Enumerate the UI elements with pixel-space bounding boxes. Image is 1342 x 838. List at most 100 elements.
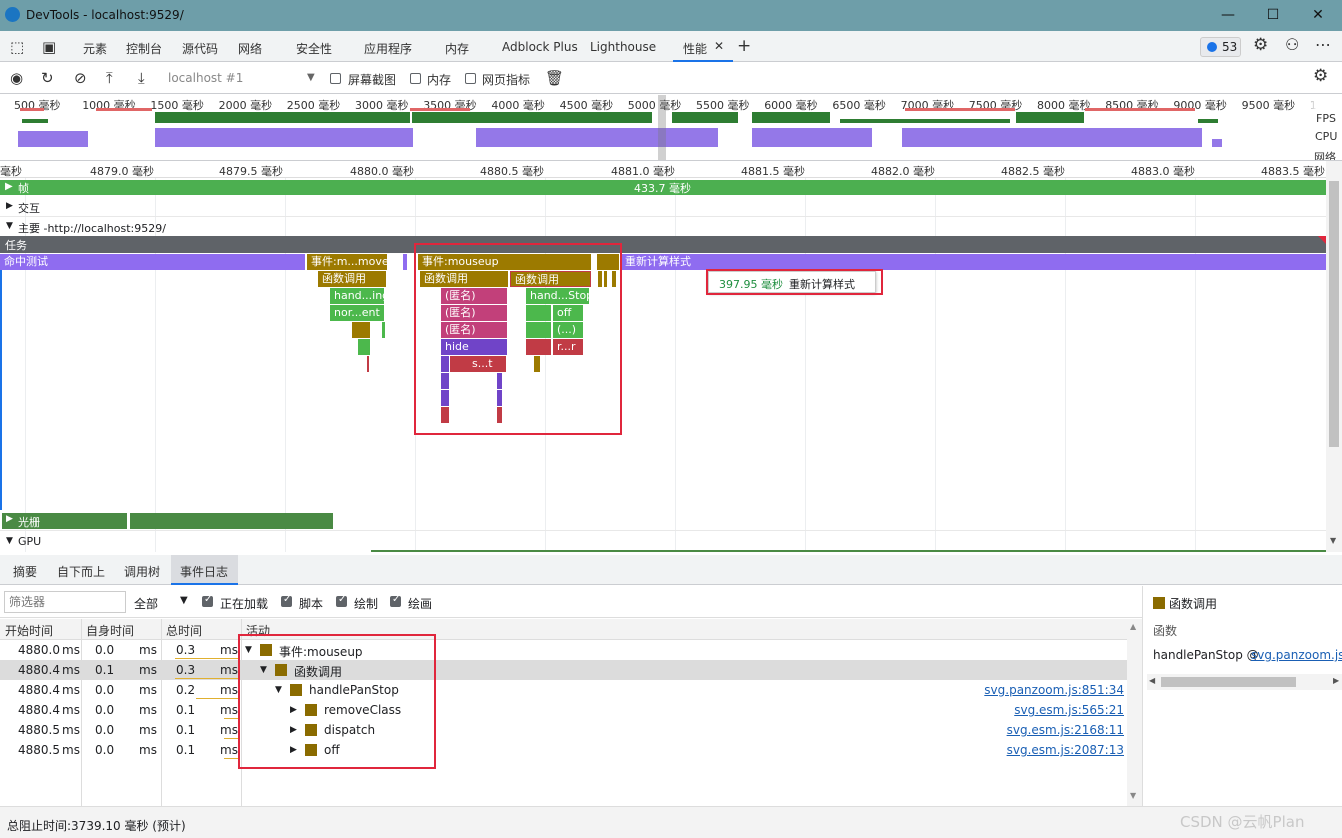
flame-scrollbar[interactable]: ▼ [1326, 161, 1342, 552]
tab-summary[interactable]: 摘要 [13, 563, 37, 580]
target-dropdown-icon[interactable]: ▼ [307, 72, 315, 83]
event-mousemove-block[interactable]: 事件:m...move [307, 254, 387, 270]
tab-bottom-up[interactable]: 自下而上 [57, 563, 105, 580]
task-bar[interactable]: 任务 [0, 236, 1326, 253]
tab-performance[interactable]: 性能 [683, 40, 707, 57]
col-total-time[interactable]: 总时间 [166, 622, 202, 639]
frames-label: 帧 [18, 182, 29, 195]
recalc-style-block[interactable]: 重新计算样式 [621, 254, 1326, 270]
customize-icon[interactable]: ⚇ [1285, 37, 1299, 53]
total-time-cell: 0.1 [176, 723, 196, 737]
device-toolbar-icon[interactable]: ▣ [42, 39, 56, 55]
ruler-tick: 4882.5 毫秒 [1001, 165, 1065, 178]
minimize-icon[interactable]: — [1218, 6, 1238, 24]
table-row[interactable]: 4880.4 ms 0.0 ms 0.2 ms ▼ handlePanStop svg.panz… [0, 680, 1127, 700]
cpu-area [752, 128, 872, 147]
reload-record-icon[interactable]: ↻ [41, 70, 54, 86]
event-log-rows: 4880.0 ms 0.0 ms 0.3 ms ▼ 事件:mouseup 4880.4 ms 0.1… [0, 640, 1127, 806]
overview-tick: 2000 毫秒 [218, 99, 273, 112]
fps-label: FPS [1316, 112, 1336, 125]
scripting-checkbox[interactable] [281, 594, 292, 607]
total-blocking-time: 总阻止时间:3739.10 毫秒 (预计) [7, 819, 186, 833]
total-time-cell: 0.2 [176, 683, 196, 697]
normalize-event-block[interactable]: nor...ent [330, 305, 384, 321]
settings-gear-icon[interactable]: ⚙ [1253, 37, 1268, 54]
self-time-cell: 0.0 [95, 743, 115, 757]
tab-application[interactable]: 应用程序 [364, 40, 412, 57]
side-func-link[interactable]: svg.panzoom.js:c [1251, 648, 1342, 662]
close-window-icon[interactable]: ✕ [1308, 6, 1328, 24]
table-scrollbar[interactable]: ▲ ▼ [1127, 619, 1142, 806]
tab-event-log[interactable]: 事件日志 [180, 563, 228, 580]
interactions-track[interactable]: ▶ 交互 [0, 197, 1326, 217]
tab-sources[interactable]: 源代码 [182, 40, 218, 57]
inspect-icon[interactable]: ⬚ [10, 39, 24, 55]
source-link[interactable]: svg.esm.js:565:21 [1014, 703, 1124, 717]
col-start-time[interactable]: 开始时间 [5, 622, 53, 639]
scroll-down-icon[interactable]: ▼ [1330, 536, 1336, 545]
trash-icon[interactable]: 🗑 [545, 70, 564, 86]
scripting-label: 脚本 [299, 597, 324, 611]
cpu-area [18, 131, 88, 147]
fps-bar [1016, 112, 1084, 123]
unit-label: ms [139, 643, 157, 657]
table-row[interactable]: 4880.4 ms 0.0 ms 0.1 ms ▶ removeClass svg.esm.js… [0, 700, 1127, 720]
timeline-overview[interactable]: 500 毫秒 1000 毫秒 1500 毫秒 2000 毫秒 2500 毫秒 3000 毫… [0, 95, 1342, 161]
maximize-icon[interactable]: ☐ [1263, 6, 1283, 24]
add-tab-icon[interactable]: + [737, 36, 751, 56]
close-tab-icon[interactable]: ✕ [714, 39, 724, 53]
hit-test-block[interactable]: 命中测试 [0, 254, 305, 270]
source-link[interactable]: svg.panzoom.js:851:34 [984, 683, 1124, 697]
source-link[interactable]: svg.esm.js:2168:11 [1007, 723, 1124, 737]
ruler-tick: 4879.0 毫秒 [90, 165, 154, 178]
status-bar: 总阻止时间:3739.10 毫秒 (预计) CSDN @云帆Plan [0, 806, 1342, 838]
filter-input[interactable] [4, 591, 126, 613]
record-icon[interactable]: ◉ [10, 70, 23, 86]
tab-lighthouse[interactable]: Lighthouse [590, 40, 656, 54]
select-dropdown-icon[interactable]: ▼ [180, 595, 188, 606]
tab-console[interactable]: 控制台 [126, 40, 162, 57]
tab-call-tree[interactable]: 调用树 [124, 563, 160, 580]
handle-ing-block[interactable]: hand...ing [330, 288, 384, 304]
loading-checkbox[interactable] [202, 594, 213, 607]
gpu-label: GPU [18, 535, 42, 548]
download-icon[interactable]: ⤓ [138, 70, 145, 86]
more-options-icon[interactable]: ⋯ [1315, 37, 1331, 53]
main-track-header[interactable]: ▼ 主要 -http://localhost:9529/ [0, 218, 1326, 236]
expand-arrow-icon[interactable]: ▶ [6, 201, 13, 211]
raster-bar[interactable] [130, 513, 333, 529]
screenshots-checkbox[interactable] [330, 73, 341, 84]
table-row[interactable]: 4880.5 ms 0.0 ms 0.1 ms ▶ off svg.esm.js:2087:13 [0, 740, 1127, 760]
tab-security[interactable]: 安全性 [296, 40, 332, 57]
rendering-checkbox[interactable] [336, 594, 347, 607]
source-link[interactable]: svg.esm.js:2087:13 [1007, 743, 1124, 757]
side-hscroll[interactable]: ◀ ▶ [1147, 674, 1342, 690]
selection-handle[interactable] [658, 95, 666, 160]
scroll-thumb[interactable] [1329, 181, 1339, 447]
painting-checkbox[interactable] [390, 594, 401, 607]
clear-icon[interactable]: ⊘ [74, 70, 87, 86]
upload-icon[interactable]: ⤒ [106, 70, 113, 86]
table-row[interactable]: 4880.4 ms 0.1 ms 0.3 ms ▼ 函数调用 [0, 660, 1127, 680]
target-select[interactable]: localhost #1 [168, 71, 243, 85]
tab-memory[interactable]: 内存 [445, 40, 469, 57]
tab-network[interactable]: 网络 [238, 40, 262, 57]
issues-count: 53 [1222, 40, 1238, 54]
tab-adblock[interactable]: Adblock Plus [502, 40, 578, 54]
flame-chart[interactable]: ▶ 帧 433.7 毫秒 ▶ 交互 ▼ 主要 -http://localhost… [0, 178, 1326, 552]
fps-bar [672, 112, 738, 123]
duration-select[interactable]: 全部 [134, 595, 158, 612]
issues-badge[interactable]: 53 [1200, 37, 1241, 57]
gpu-track[interactable]: ▼ GPU [0, 532, 1326, 552]
memory-checkbox[interactable] [410, 73, 421, 84]
tab-elements[interactable]: 元素 [83, 40, 107, 57]
table-row[interactable]: 4880.5 ms 0.0 ms 0.1 ms ▶ dispatch svg.esm.js:21… [0, 720, 1127, 740]
collapse-arrow-icon[interactable]: ▼ [6, 221, 13, 231]
capture-settings-gear-icon[interactable]: ⚙ [1313, 68, 1328, 85]
web-vitals-checkbox[interactable] [465, 73, 476, 84]
frames-track[interactable]: ▶ 帧 433.7 毫秒 [0, 178, 1326, 196]
raster-track[interactable]: ▶ 光栅 [0, 511, 1326, 531]
col-self-time[interactable]: 自身时间 [86, 622, 134, 639]
table-row[interactable]: 4880.0 ms 0.0 ms 0.3 ms ▼ 事件:mouseup [0, 640, 1127, 660]
function-call-block[interactable]: 函数调用 [318, 271, 386, 287]
